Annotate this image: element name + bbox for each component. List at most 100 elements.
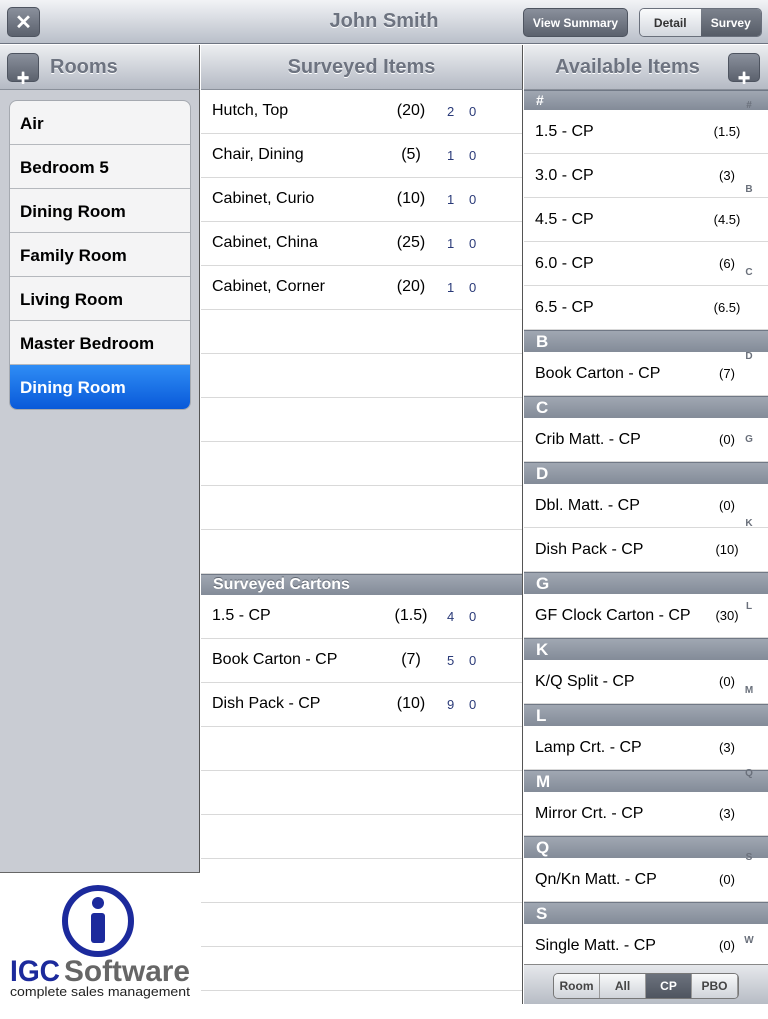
item-name: 4.5 - CP [535, 211, 594, 228]
section-index[interactable]: # B C D G K L M Q S W [742, 100, 756, 1019]
room-item[interactable]: Master Bedroom [10, 321, 190, 365]
item-name: 1.5 - CP [535, 123, 594, 140]
list-item[interactable]: Cabinet, Corner (20) 1 0 [201, 266, 522, 310]
available-item[interactable]: Qn/Kn Matt. - CP (0) [524, 858, 768, 902]
list-item[interactable]: 1.5 - CP (1.5) 4 0 [201, 595, 522, 639]
item-name: Qn/Kn Matt. - CP [535, 871, 657, 888]
tab-survey[interactable]: Survey [700, 9, 761, 36]
item-count-secondary: 0 [469, 280, 477, 295]
available-panel: #1.5 - CP (1.5) 3.0 - CP (3) 4.5 - CP (4.5) 6.… [524, 90, 768, 1004]
section-header-cartons: Surveyed Cartons [201, 574, 522, 595]
item-name: K/Q Split - CP [535, 673, 635, 690]
item-name: Cabinet, Curio [212, 190, 315, 207]
item-name: Hutch, Top [212, 102, 289, 119]
empty-row [201, 859, 522, 903]
item-name: Mirror Crt. - CP [535, 805, 644, 822]
item-value: (20) [396, 102, 426, 119]
available-item[interactable]: GF Clock Carton - CP (30) [524, 594, 768, 638]
empty-row [201, 727, 522, 771]
list-item[interactable]: Chair, Dining (5) 1 0 [201, 134, 522, 178]
list-item[interactable]: Cabinet, Curio (10) 1 0 [201, 178, 522, 222]
room-item[interactable]: Air [10, 101, 190, 145]
section-header: K [524, 638, 768, 660]
available-item[interactable]: Single Matt. - CP (0) [524, 924, 768, 968]
room-item[interactable]: Family Room [10, 233, 190, 277]
item-count: 1 [447, 148, 455, 163]
item-name: 3.0 - CP [535, 167, 594, 184]
empty-row [201, 903, 522, 947]
index-letter[interactable]: Q [742, 768, 756, 852]
index-letter[interactable]: M [742, 685, 756, 769]
list-item[interactable]: Book Carton - CP (7) 5 0 [201, 639, 522, 683]
room-item[interactable]: Bedroom 5 [10, 145, 190, 189]
item-name: Cabinet, Corner [212, 278, 325, 295]
available-item[interactable]: 3.0 - CP (3) [524, 154, 768, 198]
list-item[interactable]: Hutch, Top (20) 2 0 [201, 90, 522, 134]
item-count-secondary: 0 [469, 104, 477, 119]
available-item[interactable]: Crib Matt. - CP (0) [524, 418, 768, 462]
section-header: D [524, 462, 768, 484]
filter-bar: Room All CP PBO [524, 964, 768, 1004]
view-mode-segmented-control: Detail Survey [639, 8, 762, 37]
empty-row [201, 771, 522, 815]
filter-room[interactable]: Room [554, 974, 600, 998]
item-name: 6.0 - CP [535, 255, 594, 272]
index-letter[interactable]: K [742, 518, 756, 602]
filter-cp[interactable]: CP [646, 974, 692, 998]
section-header: S [524, 902, 768, 924]
add-room-button[interactable]: + [7, 53, 39, 90]
available-item[interactable]: 4.5 - CP (4.5) [524, 198, 768, 242]
item-name: Single Matt. - CP [535, 937, 656, 954]
empty-row [201, 442, 522, 486]
available-item[interactable]: 6.0 - CP (6) [524, 242, 768, 286]
available-item[interactable]: 6.5 - CP (6.5) [524, 286, 768, 330]
empty-row [201, 354, 522, 398]
room-item[interactable]: Dining Room [10, 365, 190, 409]
available-item[interactable]: Lamp Crt. - CP (3) [524, 726, 768, 770]
available-item[interactable]: Mirror Crt. - CP (3) [524, 792, 768, 836]
index-letter[interactable]: S [742, 852, 756, 936]
section-header: M [524, 770, 768, 792]
view-summary-button[interactable]: View Summary [523, 8, 628, 37]
add-item-button[interactable]: + [728, 53, 760, 90]
filter-pbo[interactable]: PBO [692, 974, 738, 998]
index-letter[interactable]: D [742, 351, 756, 435]
item-value: (10) [396, 190, 426, 207]
item-name: 6.5 - CP [535, 299, 594, 316]
index-letter[interactable]: G [742, 434, 756, 518]
room-item[interactable]: Living Room [10, 277, 190, 321]
item-name: 1.5 - CP [212, 607, 271, 624]
item-count-secondary: 0 [469, 653, 477, 668]
item-value: (1.5) [394, 607, 428, 624]
item-count: 4 [447, 609, 455, 624]
item-name: Dish Pack - CP [535, 541, 644, 558]
item-count: 1 [447, 192, 455, 207]
item-value: (5) [401, 146, 421, 163]
item-name: Dbl. Matt. - CP [535, 497, 640, 514]
available-item[interactable]: Dish Pack - CP (10) [524, 528, 768, 572]
item-count: 9 [447, 697, 455, 712]
list-item[interactable]: Dish Pack - CP (10) 9 0 [201, 683, 522, 727]
item-name: Lamp Crt. - CP [535, 739, 642, 756]
available-item[interactable]: 1.5 - CP (1.5) [524, 110, 768, 154]
index-letter[interactable]: # [742, 100, 756, 184]
plus-icon: + [737, 65, 751, 90]
index-letter[interactable]: L [742, 601, 756, 685]
available-item[interactable]: Dbl. Matt. - CP (0) [524, 484, 768, 528]
available-item[interactable]: K/Q Split - CP (0) [524, 660, 768, 704]
list-item[interactable]: Cabinet, China (25) 1 0 [201, 222, 522, 266]
item-value: (20) [396, 278, 426, 295]
available-item[interactable]: Book Carton - CP (7) [524, 352, 768, 396]
index-letter[interactable]: B [742, 184, 756, 268]
empty-row [201, 947, 522, 991]
filter-all[interactable]: All [600, 974, 646, 998]
empty-row [201, 486, 522, 530]
item-count-secondary: 0 [469, 609, 477, 624]
section-header: B [524, 330, 768, 352]
index-letter[interactable]: C [742, 267, 756, 351]
tab-detail[interactable]: Detail [640, 9, 701, 36]
available-title: Available Items [555, 56, 700, 78]
item-count: 2 [447, 104, 455, 119]
surveyed-title: Surveyed Items [287, 56, 436, 78]
room-item[interactable]: Dining Room [10, 189, 190, 233]
